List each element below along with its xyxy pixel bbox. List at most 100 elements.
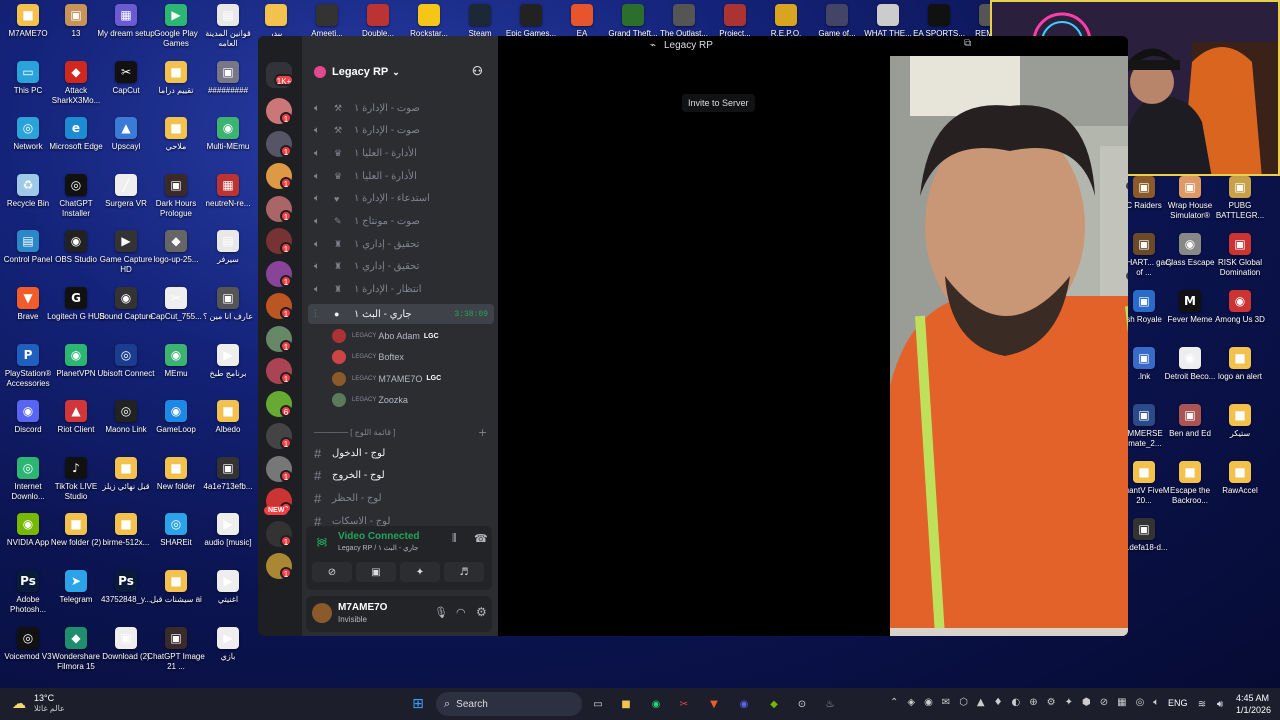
desktop-icon[interactable]: ◉ Multi-MEmu <box>200 117 256 173</box>
desktop-icon[interactable]: ▣ PUBG BATTLEGR... <box>1212 176 1268 232</box>
weather-temp[interactable]: 13°C <box>34 693 54 703</box>
voice-channel[interactable]: 🔈︎ ⚒ صوت - الإدارة ١ <box>314 98 494 118</box>
volume-icon[interactable]: 🔊︎ <box>1212 696 1228 712</box>
voice-channel[interactable]: 🔈︎ ✎ صوت - مونتاج ١ <box>314 212 494 232</box>
voice-channel[interactable]: 🔈︎ ♜ تحقيق - إداري ١ <box>314 234 494 254</box>
desktop-icon[interactable]: ◉ GameLoop <box>148 400 204 456</box>
desktop-icon[interactable]: ■ Albedo <box>200 400 256 456</box>
text-channel[interactable]: # لوج - الحظر <box>314 488 494 508</box>
desktop-icon[interactable]: ▶ بازي <box>200 626 256 683</box>
activities-button[interactable]: ✦ <box>400 562 440 582</box>
wifi-icon[interactable]: ≋ <box>1194 696 1210 712</box>
activities-icon: ✦ <box>415 566 425 578</box>
voice-member[interactable]: LEGACY M7AME7O LGC <box>332 369 492 389</box>
desktop-icon[interactable]: ▣ ChatGPT Image 21 ... <box>147 626 205 683</box>
discord-taskbar-icon[interactable]: ◉ <box>736 696 752 712</box>
desktop-icon-label: Google Play Games <box>154 29 198 48</box>
desktop-icon[interactable]: ▣ 4a1e713efb... <box>200 456 256 513</box>
task-view-icon[interactable]: ▭ <box>590 696 606 712</box>
desktop-icon[interactable]: ▤ سيرفر <box>200 230 256 286</box>
desktop-icon[interactable]: ■ New folder <box>148 456 204 513</box>
voice-channel[interactable]: 🔈︎ ♛ الأدارة - العليا ١ <box>314 143 494 163</box>
user-status: Invisible <box>338 615 367 624</box>
language-indicator[interactable]: ENG <box>1168 698 1188 708</box>
server-header[interactable]: Legacy RP ⌄ ⚇ <box>302 58 498 86</box>
voice-member[interactable]: LEGACY Abo Adam LGC <box>332 326 492 346</box>
desktop-icon[interactable]: ✂ CapCut_755... <box>148 287 204 343</box>
voice-channel[interactable]: 🔈︎ ♜ تحقيق - إداري ١ <box>314 257 494 277</box>
voice-member[interactable]: LEGACY Boftex <box>332 347 492 367</box>
desktop-icon[interactable]: ◉ MEmu <box>148 343 204 400</box>
add-channel-icon[interactable]: + <box>478 426 487 439</box>
desktop-icon-label: Albedo <box>215 425 241 435</box>
channel-emoji-icon: ✎ <box>334 216 342 226</box>
soundboard-button[interactable]: ♬ <box>444 562 484 582</box>
desktop-icon[interactable]: ■ ملاحي <box>148 117 204 173</box>
voice-channel[interactable]: 🔈︎ ♜ انتظار - الإدارة ١ <box>314 280 494 300</box>
desktop-icon[interactable]: ■ سيشنات قبل ai <box>148 570 204 626</box>
text-channel[interactable]: # لوج - الخروج <box>314 466 494 486</box>
file-explorer-icon[interactable]: ■ <box>618 696 634 712</box>
nvidia-taskbar-icon[interactable]: ◆ <box>766 696 782 712</box>
text-channel[interactable]: # لوج - الدخول <box>314 443 494 463</box>
app-icon: ▣ <box>1133 404 1155 426</box>
desktop-icon[interactable]: ◉ Among Us 3D <box>1212 290 1268 346</box>
avatar[interactable] <box>312 603 332 623</box>
folder-icon: ■ <box>165 456 187 479</box>
desktop-icon[interactable]: ▣ Dark Hours Prologue <box>148 173 204 230</box>
desktop-icon-label: سيشنات قبل ai <box>150 595 202 604</box>
desktop-icon[interactable]: ▶ Google Play Games <box>148 4 204 60</box>
invite-people-icon[interactable]: ⚇ <box>472 64 483 78</box>
desktop-icon[interactable]: ▣ ######### <box>200 60 256 117</box>
brave-taskbar-icon[interactable]: ▼ <box>706 696 722 712</box>
video-feed[interactable] <box>890 56 1128 636</box>
recycle-bin-icon: ♻ <box>17 173 39 196</box>
desktop-icon[interactable]: ▣ RISK Global Domination <box>1212 233 1268 289</box>
voice-member[interactable]: LEGACY Zoozka <box>332 390 492 410</box>
noise-suppression-icon[interactable]: ⫼ <box>452 533 457 544</box>
desktop-icon-label: CapCut_755... <box>150 312 202 321</box>
steam-taskbar-icon[interactable]: ♨ <box>822 696 838 712</box>
voice-channel[interactable]: 🔈︎ ⚒ صوت - الإدارة ١ <box>314 121 494 141</box>
voice-status-title[interactable]: Video Connected <box>338 531 420 542</box>
desktop-icon[interactable]: ▶ اغنيتي <box>200 570 256 626</box>
settings-gear-icon[interactable]: ⚙ <box>476 605 487 619</box>
vpn-icon: ◉ <box>65 343 87 366</box>
app-icon: ▣ <box>1229 176 1251 198</box>
snipping-icon[interactable]: ✂ <box>676 696 692 712</box>
screen-share-button[interactable]: ▣ <box>356 562 396 582</box>
voice-channel-active[interactable]: ⫶ ● جاري - البث ١ 3:38:09 <box>308 304 494 324</box>
app-icon <box>928 4 950 26</box>
desktop-icon[interactable]: ◆ logo-up-25... <box>148 230 204 286</box>
weather-icon[interactable]: ☁ <box>12 696 26 712</box>
weather-text: عالم غائلا <box>34 704 65 713</box>
app-icon <box>673 4 695 26</box>
tray-icons[interactable]: ⌃◈◉✉⬡▲♦◐⊕⚙✦⬢⊘▦◎🔈︎ <box>890 697 1168 708</box>
channel-emoji-icon: ⚒ <box>334 102 343 113</box>
voice-channel[interactable]: 🔈︎ ♥ استدعاء - الإدارة ١ <box>314 189 494 209</box>
voice-channel[interactable]: 🔈︎ ♛ الأدارة - العليا ١ <box>314 166 494 186</box>
desktop-icon[interactable]: ▦ neutreN-re... <box>200 173 256 230</box>
microphone-icon[interactable]: 🎙︎ <box>434 606 448 619</box>
desktop-icon[interactable]: ■ logo an alert <box>1212 347 1268 403</box>
clock-date[interactable]: 1/1/2026 <box>1236 705 1271 715</box>
disconnect-icon[interactable]: ☎ <box>474 532 488 545</box>
invite-tooltip: Invite to Server <box>682 94 755 112</box>
desktop-icon[interactable]: ■ RawAccel <box>1212 461 1268 517</box>
desktop-icon[interactable]: ▶ audio [music] <box>200 513 256 569</box>
whatsapp-icon[interactable]: ◉ <box>648 696 664 712</box>
desktop-icon[interactable]: ■ تقييم دراما <box>148 60 204 117</box>
windows-start-icon[interactable]: ⊞ <box>410 696 426 712</box>
camera-off-button[interactable]: ⊘ <box>312 562 352 582</box>
clock-time[interactable]: 4:45 AM <box>1236 693 1269 703</box>
media-taskbar-icon[interactable]: ⊙ <box>794 696 810 712</box>
search-box[interactable]: ⌕ Search <box>436 692 582 716</box>
desktop-icon[interactable]: ■ ستيكر <box>1212 404 1268 460</box>
desktop-icon[interactable]: ▣ عارف انا مين ؟ <box>200 287 256 343</box>
headphones-icon[interactable]: ◠ <box>456 606 466 619</box>
channel-category[interactable]: [ قائمة اللوج ] ────── <box>314 428 494 442</box>
popout-icon[interactable]: ⧉ <box>964 38 971 49</box>
desktop-icon[interactable]: ▶ برنامج طبخ <box>200 343 256 400</box>
desktop-icon[interactable]: ◎ SHAREit <box>148 513 204 569</box>
app-icon: ▦ <box>217 173 239 196</box>
